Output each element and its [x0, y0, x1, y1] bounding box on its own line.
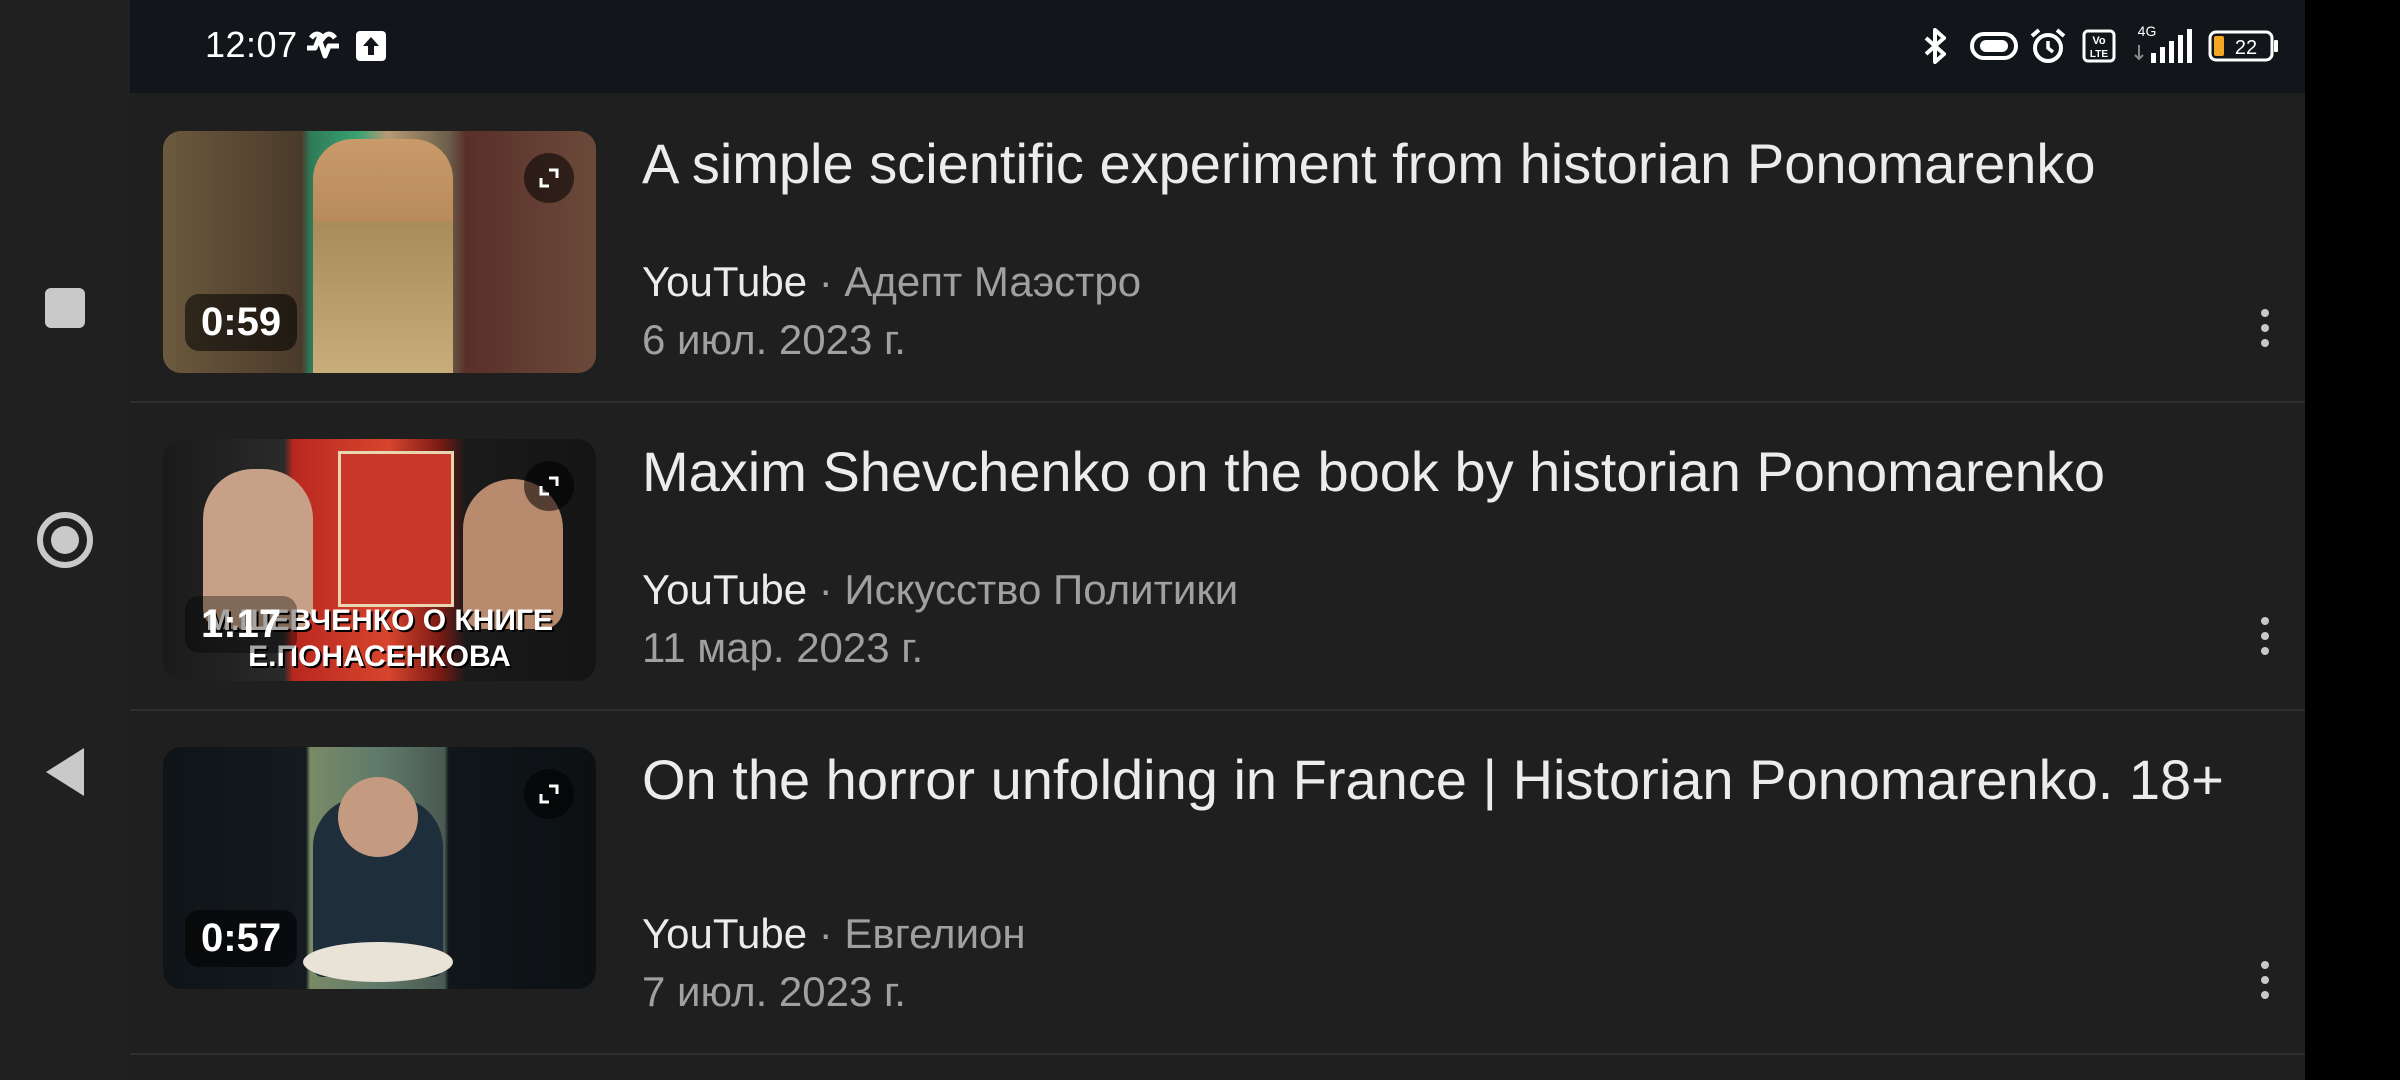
video-channel: Евгелион — [844, 910, 1026, 957]
video-duration-badge: 0:59 — [185, 294, 298, 351]
more-options-icon[interactable] — [2240, 945, 2290, 1015]
video-date: 6 июл. 2023 г. — [642, 316, 906, 363]
vibrate-icon — [1966, 26, 2022, 66]
video-thumbnail[interactable]: 0:59 — [163, 131, 596, 373]
svg-text:LTE: LTE — [2090, 49, 2108, 60]
video-source: YouTube — [642, 910, 808, 957]
status-bar: 12:07 Vo LTE 4G 22 — [130, 0, 2305, 93]
expand-icon[interactable] — [524, 153, 574, 203]
video-result-item[interactable]: М.ШЕВЧЕНКО О КНИГЕ Е.ПОНАСЕНКОВА 1:17 Ma… — [130, 401, 2305, 711]
recents-button[interactable] — [0, 243, 130, 373]
video-duration-badge: 1:17 — [185, 596, 298, 653]
video-title[interactable]: On the horror unfolding in France | Hist… — [642, 743, 2242, 817]
expand-icon[interactable] — [524, 769, 574, 819]
video-results-list: 0:59 A simple scientific experiment from… — [130, 93, 2305, 1080]
video-date: 11 мар. 2023 г. — [642, 624, 924, 671]
upload-icon — [355, 26, 387, 66]
expand-icon[interactable] — [524, 461, 574, 511]
video-duration-badge: 0:57 — [185, 910, 298, 967]
recents-square-icon — [45, 288, 85, 328]
status-time: 12:07 — [205, 24, 298, 65]
video-meta: YouTube · Искусство Политики — [642, 561, 1238, 619]
battery-icon: 22 — [2208, 26, 2280, 66]
video-thumbnail[interactable]: 0:57 — [163, 747, 596, 989]
video-meta: YouTube · Адепт Маэстро — [642, 253, 1141, 311]
heart-pulse-icon — [303, 26, 343, 66]
home-button[interactable] — [0, 475, 130, 605]
system-navigation-bar — [0, 0, 130, 1080]
video-channel: Искусство Политики — [844, 566, 1239, 613]
video-title[interactable]: Maxim Shevchenko on the book by historia… — [642, 435, 2242, 509]
home-circle-icon — [37, 512, 93, 568]
battery-level-text: 22 — [2235, 37, 2257, 59]
video-date: 7 июл. 2023 г. — [642, 968, 906, 1015]
video-channel: Адепт Маэстро — [844, 258, 1142, 305]
meta-separator: · — [807, 910, 845, 957]
video-source: YouTube — [642, 566, 808, 613]
back-button[interactable] — [0, 707, 130, 837]
4g-signal-icon: 4G — [2125, 23, 2197, 64]
video-thumbnail[interactable]: М.ШЕВЧЕНКО О КНИГЕ Е.ПОНАСЕНКОВА 1:17 — [163, 439, 596, 681]
back-triangle-icon — [46, 748, 84, 796]
video-result-item[interactable]: 0:57 On the horror unfolding in France |… — [130, 709, 2305, 1055]
more-options-icon[interactable] — [2240, 293, 2290, 363]
meta-separator: · — [807, 566, 845, 613]
more-options-icon[interactable] — [2240, 601, 2290, 671]
svg-text:Vo: Vo — [2092, 35, 2106, 47]
bluetooth-icon — [1918, 26, 1952, 66]
video-result-item[interactable]: 0:59 A simple scientific experiment from… — [130, 93, 2305, 403]
network-type-label: 4G — [2138, 23, 2157, 39]
screen-edge — [2305, 0, 2400, 1080]
volte-icon: Vo LTE — [2082, 26, 2116, 66]
alarm-icon — [2028, 26, 2068, 66]
meta-separator: · — [807, 258, 845, 305]
video-title[interactable]: A simple scientific experiment from hist… — [642, 127, 2242, 201]
video-meta: YouTube · Евгелион — [642, 905, 1026, 963]
video-source: YouTube — [642, 258, 808, 305]
